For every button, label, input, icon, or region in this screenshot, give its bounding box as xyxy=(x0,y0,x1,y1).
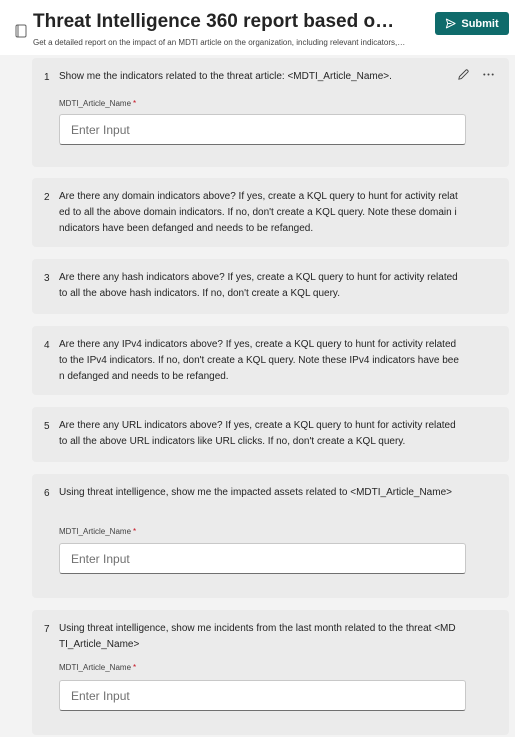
prompt-text: Are there any URL indicators above? If y… xyxy=(59,420,456,447)
submit-button[interactable]: Submit xyxy=(435,12,509,35)
prompt-card-6: 6 Using threat intelligence, show me the… xyxy=(32,474,509,598)
prompt-card-5: 5 Are there any URL indicators above? If… xyxy=(32,407,509,462)
page-title: Threat Intelligence 360 report based on … xyxy=(33,11,405,32)
prompt-tools xyxy=(457,68,495,81)
prompt-number: 4 xyxy=(44,340,50,351)
prompt-card-7: 7 Using threat intelligence, show me inc… xyxy=(32,610,509,735)
prompt-number: 5 xyxy=(44,421,50,432)
prompt-text: Are there any IPv4 indicators above? If … xyxy=(59,339,459,382)
send-icon xyxy=(446,18,456,29)
article-name-input[interactable] xyxy=(59,114,466,145)
more-options-icon[interactable] xyxy=(482,68,495,81)
page-subtitle: Get a detailed report on the impact of a… xyxy=(33,38,407,47)
field-label: MDTI_Article_Name * xyxy=(59,663,137,672)
prompt-number: 6 xyxy=(44,488,50,499)
prompt-text: Using threat intelligence, show me the i… xyxy=(59,487,452,498)
prompt-number: 1 xyxy=(44,72,50,83)
prompt-card-1: 1 Show me the indicators related to the … xyxy=(32,58,509,167)
article-name-input[interactable] xyxy=(59,680,466,711)
book-icon xyxy=(15,24,27,38)
prompt-card-2: 2 Are there any domain indicators above?… xyxy=(32,178,509,247)
prompt-text: Using threat intelligence, show me incid… xyxy=(59,623,456,650)
prompt-text: Show me the indicators related to the th… xyxy=(59,71,392,82)
field-label: MDTI_Article_Name * xyxy=(59,527,137,536)
prompt-number: 2 xyxy=(44,192,50,203)
prompt-number: 3 xyxy=(44,273,50,284)
prompt-card-3: 3 Are there any hash indicators above? I… xyxy=(32,259,509,314)
prompt-text: Are there any hash indicators above? If … xyxy=(59,272,458,299)
prompt-text: Are there any domain indicators above? I… xyxy=(59,191,458,234)
submit-label: Submit xyxy=(461,17,499,30)
article-name-input[interactable] xyxy=(59,543,466,574)
header: Threat Intelligence 360 report based on … xyxy=(0,0,515,55)
edit-pencil-icon[interactable] xyxy=(457,68,470,81)
prompt-number: 7 xyxy=(44,624,50,635)
field-label: MDTI_Article_Name * xyxy=(59,99,137,108)
prompt-card-4: 4 Are there any IPv4 indicators above? I… xyxy=(32,326,509,395)
